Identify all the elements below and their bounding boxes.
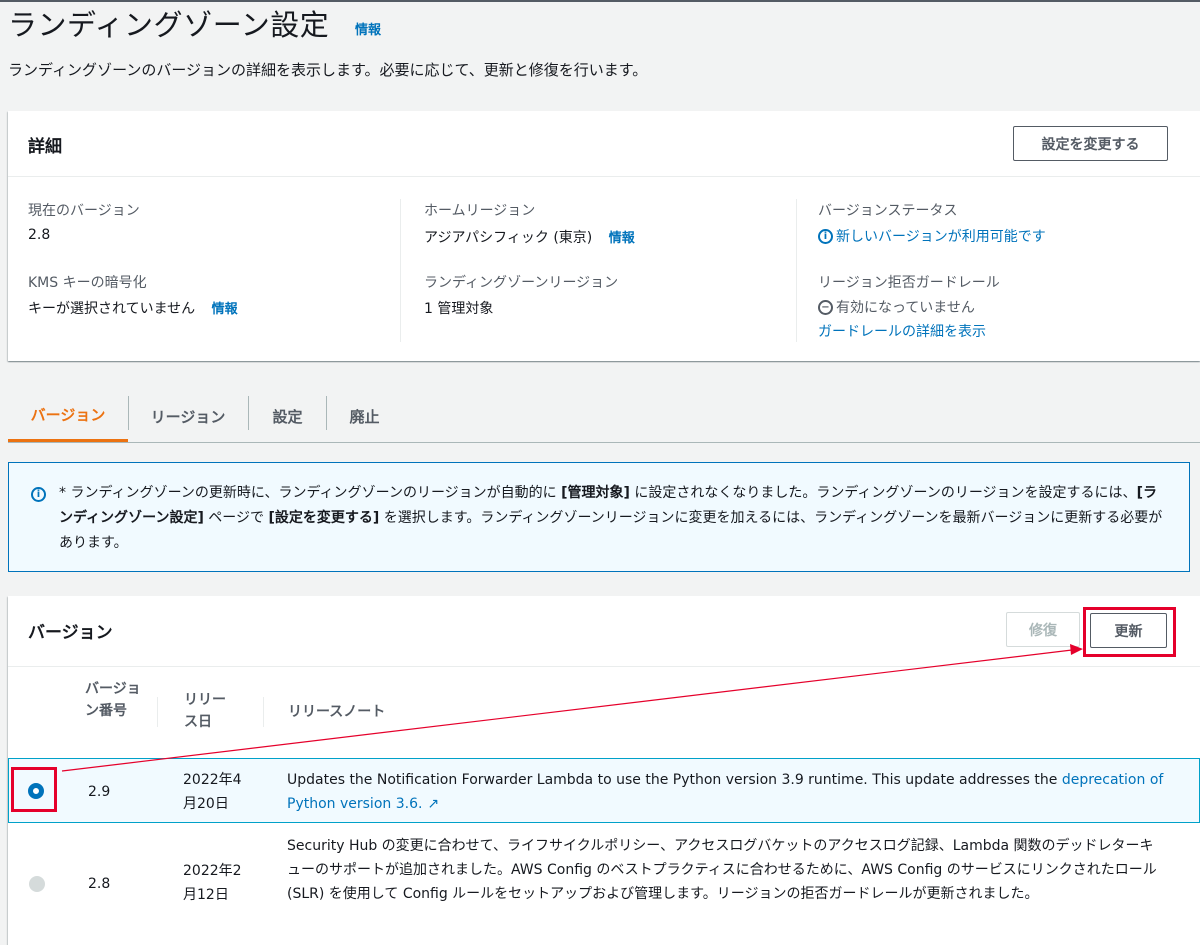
column-header-release-notes[interactable]: リリースノート	[288, 701, 385, 723]
column-header-release-date[interactable]: リリース日	[184, 689, 234, 733]
row-select-radio[interactable]	[29, 876, 45, 892]
details-title: 詳細	[28, 137, 62, 157]
version-status-value[interactable]: i 新しいバージョンが利用可能です	[818, 226, 1046, 246]
row-release-date: 2022年2 月12日	[183, 859, 242, 907]
column-separator	[263, 697, 264, 727]
home-region-value-text: アジアパシフィック (東京)	[424, 230, 593, 246]
versions-header-divider	[8, 666, 1200, 667]
row-release-date: 2022年4 月20日	[183, 768, 242, 816]
row-note-text: Updates the Notification Forwarder Lambd…	[287, 772, 1062, 788]
guardrail-details-link[interactable]: ガードレールの詳細を表示	[818, 321, 986, 341]
page-title: ランディングゾーン設定	[8, 8, 330, 42]
tab-decommission[interactable]: 廃止	[327, 390, 402, 442]
alert-bold-1: [管理対象]	[561, 485, 630, 501]
page-description: ランディングゾーンのバージョンの詳細を表示します。必要に応じて、更新と修復を行い…	[8, 61, 648, 79]
lz-region-value: 1 管理対象	[424, 301, 494, 317]
home-region-info-link[interactable]: 情報	[609, 231, 635, 246]
version-status-label: バージョンステータス	[818, 203, 958, 219]
column-header-version[interactable]: バージョン番号	[85, 678, 141, 722]
alert-text-3: ページで	[203, 510, 269, 526]
row-release-note: Updates the Notification Forwarder Lambd…	[287, 768, 1167, 816]
lz-region-label: ランディングゾーンリージョン	[424, 275, 619, 291]
current-version-label: 現在のバージョン	[28, 203, 140, 219]
version-status-text: 新しいバージョンが利用可能です	[836, 229, 1046, 245]
row-date-line2: 月12日	[183, 887, 229, 903]
region-deny-text: 有効になっていません	[836, 300, 975, 316]
details-column-divider-1	[400, 199, 401, 342]
alert-text-2: に設定されなくなりました。ランディングゾーンのリージョンを設定するには、	[629, 485, 1137, 501]
edit-settings-button[interactable]: 設定を変更する	[1013, 126, 1168, 161]
region-deny-label: リージョン拒否ガードレール	[818, 275, 1000, 291]
versions-panel: バージョン 修復 更新 バージョン番号 リリース日 リリースノート 2.9 20…	[8, 596, 1200, 945]
repair-button[interactable]: 修復	[1006, 612, 1080, 647]
column-separator	[157, 697, 158, 727]
external-link-icon: ↗	[427, 796, 440, 812]
radio-highlight-box	[11, 767, 57, 812]
home-region-value: アジアパシフィック (東京) 情報	[424, 227, 635, 247]
info-circle-icon: i	[818, 228, 833, 244]
home-region-label: ホームリージョン	[424, 203, 536, 219]
info-alert: i * ランディングゾーンの更新時に、ランディングゾーンのリージョンが自動的に …	[8, 462, 1190, 572]
update-highlight-box	[1083, 607, 1176, 657]
tab-settings[interactable]: 設定	[249, 390, 326, 442]
kms-value-text: キーが選択されていません	[28, 301, 196, 317]
row-date-line2: 月20日	[183, 796, 229, 812]
region-deny-value: − 有効になっていません	[818, 297, 975, 317]
row-release-note: Security Hub の変更に合わせて、ライフサイクルポリシー、アクセスログ…	[287, 838, 1157, 902]
tab-versions[interactable]: バージョン	[8, 390, 128, 442]
minus-circle-icon: −	[818, 299, 833, 315]
kms-label: KMS キーの暗号化	[28, 275, 147, 291]
alert-message: * ランディングゾーンの更新時に、ランディングゾーンのリージョンが自動的に [管…	[59, 481, 1169, 556]
alert-info-icon: i	[31, 487, 46, 502]
kms-value: キーが選択されていません 情報	[28, 298, 238, 318]
title-info-link[interactable]: 情報	[355, 19, 381, 38]
versions-title: バージョン	[28, 623, 113, 643]
details-column-divider-2	[796, 199, 797, 342]
row-version: 2.8	[88, 876, 111, 892]
details-header-divider	[8, 176, 1200, 177]
alert-text-1: * ランディングゾーンの更新時に、ランディングゾーンのリージョンが自動的に	[59, 485, 562, 501]
row-date-line1: 2022年2	[183, 863, 242, 879]
current-version-value: 2.8	[28, 227, 51, 243]
row-version: 2.9	[88, 784, 111, 800]
row-date-line1: 2022年4	[183, 772, 242, 788]
tab-bar: バージョン リージョン 設定 廃止	[8, 390, 1200, 443]
kms-info-link[interactable]: 情報	[212, 302, 238, 317]
details-panel: 詳細 設定を変更する 現在のバージョン 2.8 KMS キーの暗号化 キーが選択…	[8, 111, 1200, 361]
alert-bold-3: [設定を変更する]	[268, 510, 380, 526]
tab-regions[interactable]: リージョン	[129, 390, 247, 442]
